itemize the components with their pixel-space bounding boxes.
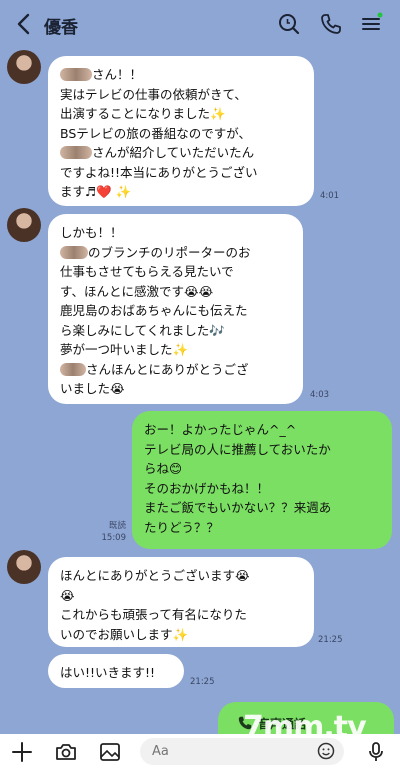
message-time: 4:01 bbox=[320, 191, 340, 201]
chat-header: 優香 bbox=[0, 0, 400, 50]
redacted-name bbox=[60, 146, 92, 159]
message-time: 4:03 bbox=[310, 390, 330, 400]
search-icon[interactable] bbox=[276, 11, 302, 37]
redacted-name bbox=[60, 362, 86, 376]
watermark: 7mm.tv bbox=[243, 710, 367, 734]
message-list[interactable]: さん！！ 実はテレビの仕事の依頼がきて、 出演することになりました✨ BSテレビ… bbox=[0, 50, 400, 734]
avatar[interactable] bbox=[7, 550, 41, 584]
redacted-name bbox=[60, 245, 88, 259]
menu-icon[interactable] bbox=[358, 11, 384, 37]
avatar[interactable] bbox=[7, 208, 41, 242]
camera-icon[interactable] bbox=[54, 740, 78, 764]
message-time: 21:25 bbox=[190, 677, 215, 687]
back-arrow-icon[interactable] bbox=[12, 10, 36, 38]
message-bubble-incoming[interactable]: さん！！ 実はテレビの仕事の依頼がきて、 出演することになりました✨ BSテレビ… bbox=[48, 56, 314, 206]
message-bubble-outgoing[interactable]: おー！よかったじゃん^_^ テレビ局の人に推薦しておいたか らね😊 そのおかげか… bbox=[132, 411, 392, 549]
message-bubble-incoming[interactable]: はい!!いきます!! bbox=[48, 654, 184, 688]
redacted-name bbox=[60, 68, 92, 81]
message-time: 21:25 bbox=[318, 635, 343, 645]
microphone-icon[interactable] bbox=[364, 740, 388, 764]
phone-call-icon[interactable] bbox=[318, 11, 344, 37]
plus-icon[interactable] bbox=[10, 740, 34, 764]
message-bubble-incoming[interactable]: しかも！！ のブランチのリポーターのお 仕事もさせてもらえる見たいで す、ほんと… bbox=[48, 214, 303, 404]
chat-title: 優香 bbox=[44, 18, 78, 38]
avatar[interactable] bbox=[7, 50, 41, 84]
image-icon[interactable] bbox=[98, 740, 122, 764]
message-input[interactable] bbox=[140, 738, 344, 765]
composer-bar bbox=[0, 734, 400, 769]
message-bubble-incoming[interactable]: ほんとにありがとうございます😭 😭 これからも頑張って有名になりた いのでお願い… bbox=[48, 557, 314, 647]
emoji-icon[interactable] bbox=[316, 741, 336, 761]
read-receipt: 既読 15:09 bbox=[101, 521, 127, 543]
